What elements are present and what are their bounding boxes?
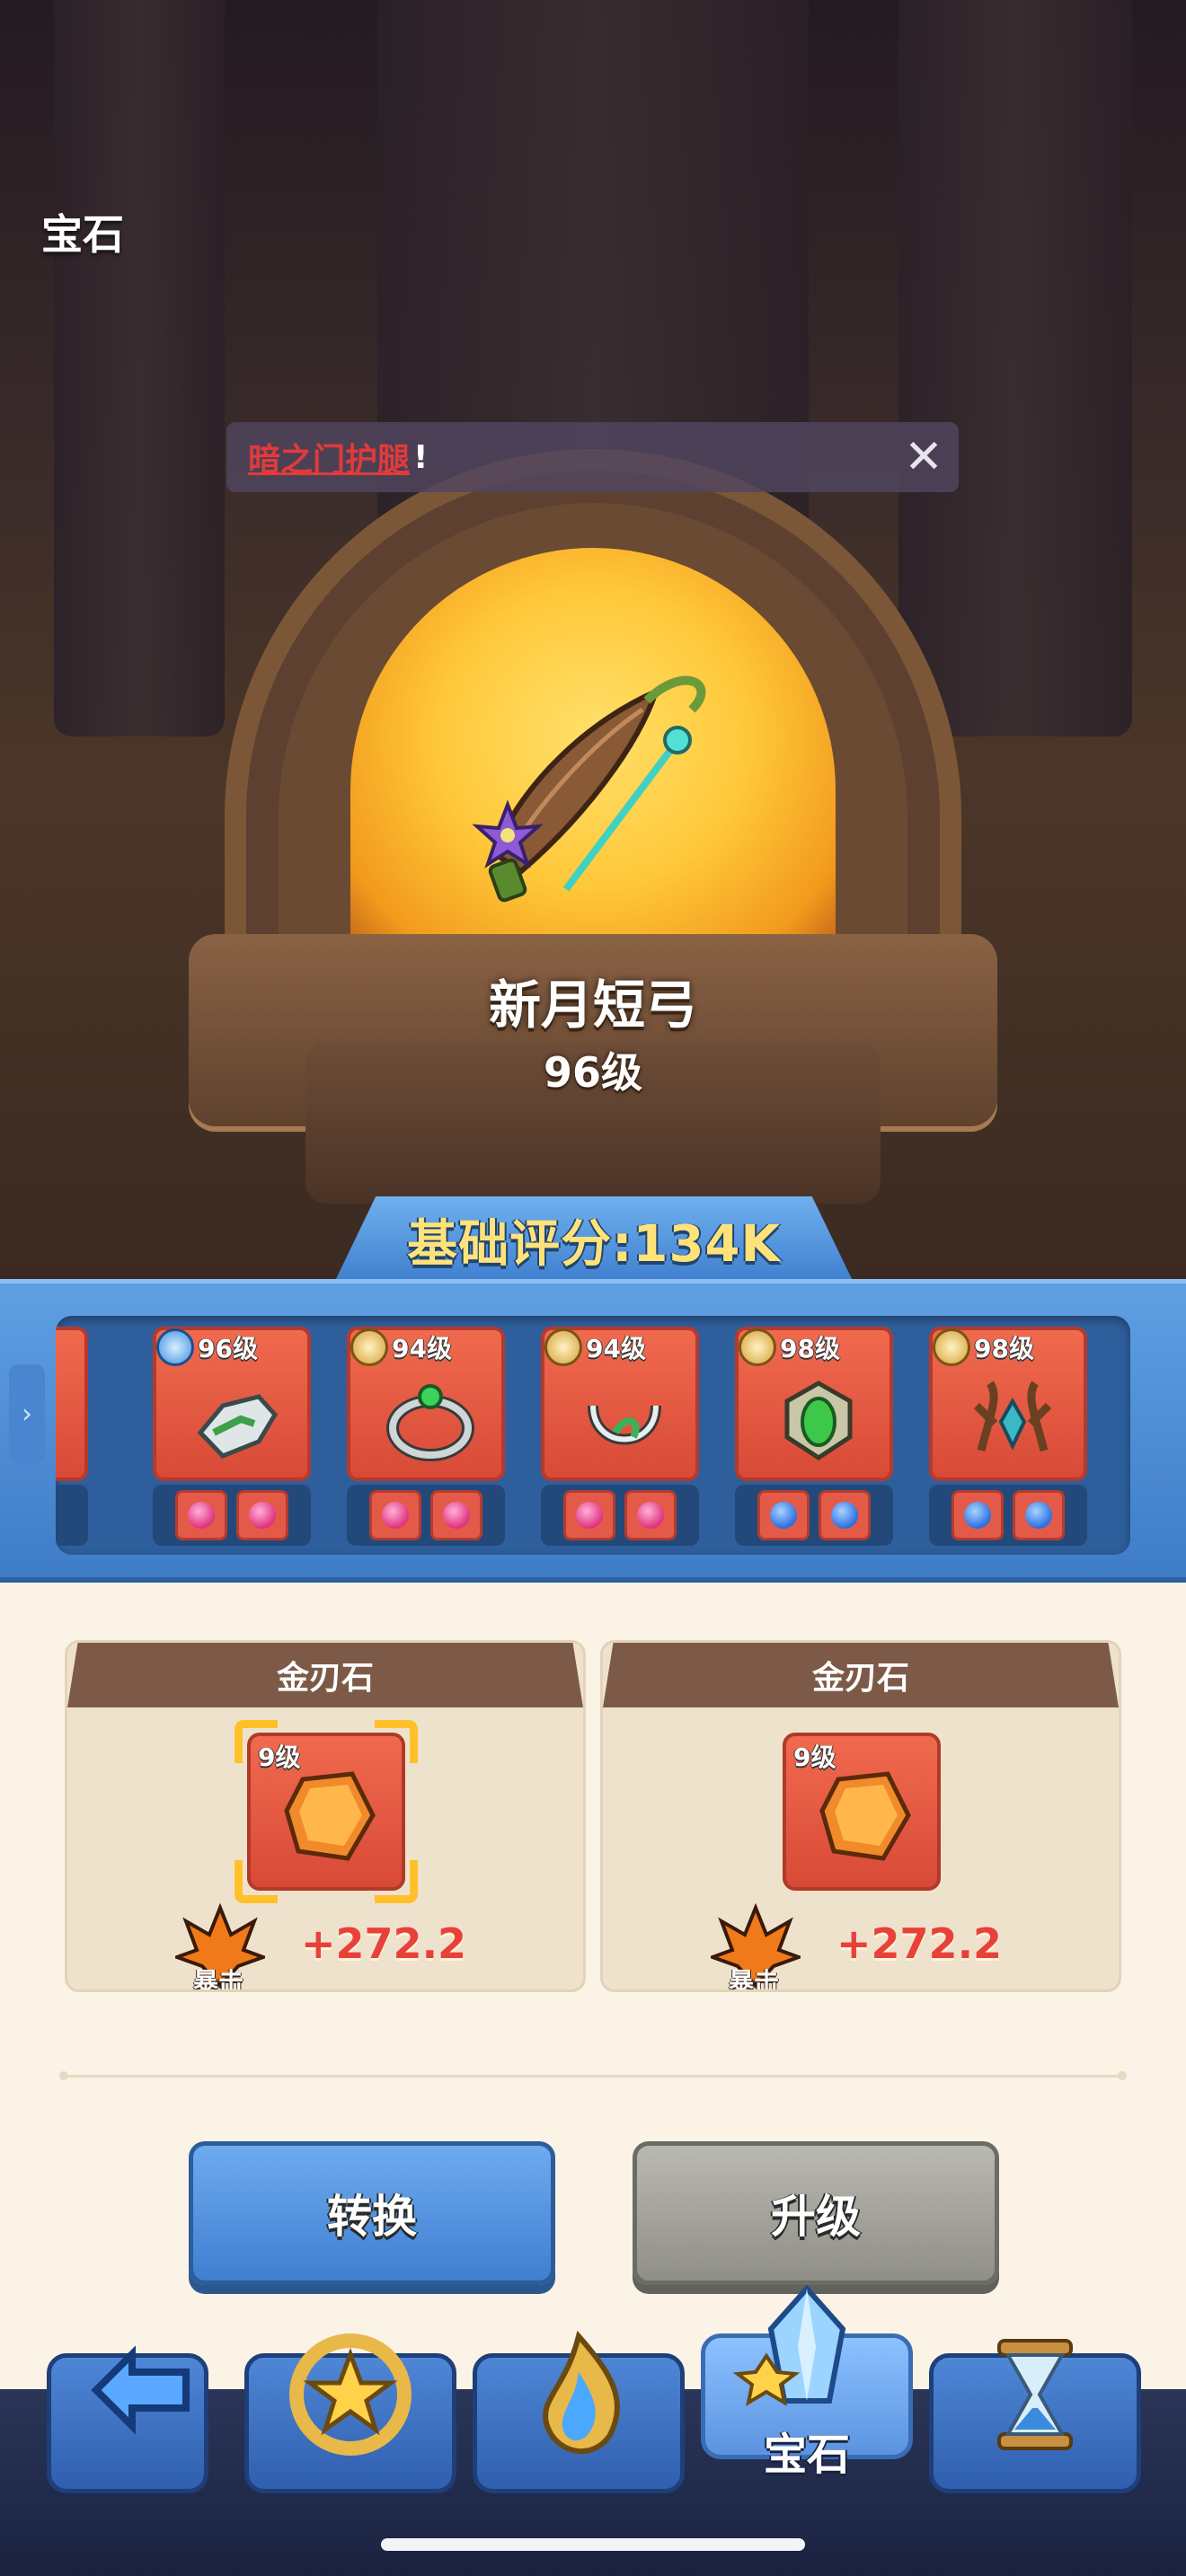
stone-pillar [898,0,1132,737]
nav-tab-flame[interactable] [473,2330,685,2493]
stat-value: +272.2 [836,1919,1003,1968]
weapon-level: 96级 [543,1048,642,1097]
notice-suffix: ! [413,438,429,476]
page-title: 宝石 [41,210,124,259]
ring-icon [386,1384,474,1461]
hourglass-icon [997,2339,1073,2450]
crescent-bow-icon [472,675,706,903]
equipment-level: 96级 [198,1334,258,1363]
equipment-carousel[interactable]: 96级 94级 94级 98级 98级 [56,1316,1130,1555]
gem-socket [175,1490,227,1540]
gem-socket [1013,1490,1065,1540]
gold-blade-stone-icon [819,1771,911,1861]
gem-slot-card-2[interactable]: 金刃石 9级 暴击 +272.2 [600,1640,1121,1992]
gem-socket [563,1490,615,1540]
score-banner: 基础评分:134K [334,1196,854,1283]
gem-socket [236,1490,288,1540]
convert-button-label: 转换 [327,2191,417,2243]
gem-panel: 金刃石 9级 暴击 +272.2 金刃石 9级 暴击 +272.2 转换 升级 [0,1583,1186,2427]
equipment-card[interactable]: 94级 [347,1327,505,1546]
equipment-level: 98级 [974,1334,1034,1363]
gem-tile[interactable]: 9级 [783,1733,941,1891]
weapon-name: 新月短弓 [488,975,697,1036]
gem-level: 9级 [793,1742,836,1772]
nav-tab-star[interactable] [244,2333,456,2493]
equipment-level: 94级 [392,1334,452,1363]
convert-button[interactable]: 转换 [189,2141,555,2285]
gem-name: 金刃石 [276,1660,374,1697]
level-badge-icon [350,1328,388,1366]
necklace-icon [588,1405,661,1445]
level-badge-icon [544,1328,582,1366]
home-indicator [381,2538,805,2551]
upgrade-button-label: 升级 [771,2191,861,2243]
nav-tab-hourglass[interactable] [929,2339,1141,2493]
notice-banner: 暗之门护腿 ! ✕ [226,422,959,492]
equipment-level: 94级 [586,1334,646,1363]
equipment-panel: › 96级 94级 94级 98级 98级 [0,1279,1186,1583]
equipment-card[interactable]: 98级 [929,1327,1087,1546]
chevron-right-icon[interactable]: › [9,1364,45,1463]
level-badge-icon [933,1328,970,1366]
level-badge-icon [156,1328,194,1366]
gem-slot-card-1[interactable]: 金刃石 9级 暴击 +272.2 [65,1640,586,1992]
amulet-icon [784,1381,853,1460]
upgrade-button[interactable]: 升级 [633,2141,999,2285]
equipment-card-partial[interactable] [56,1327,88,1546]
stat-value: +272.2 [301,1919,467,1968]
gem-stat: 暴击 +272.2 [711,1903,1016,1989]
level-badge-icon [739,1328,776,1366]
gem-socket [369,1490,421,1540]
gem-stat: 暴击 +272.2 [175,1903,481,1989]
gem-socket [819,1490,871,1540]
nav-tab-gem[interactable]: 宝石 [701,2284,913,2480]
nav-tab-label: 宝石 [763,2430,850,2480]
crystal-gem-icon [732,2284,846,2407]
notice-item-link[interactable]: 暗之门护腿 [248,434,410,481]
gauntlet-icon [197,1394,279,1459]
equipment-card[interactable]: 96级 [153,1327,311,1546]
gem-socket [757,1490,810,1540]
antler-crown-icon [973,1381,1052,1452]
equipment-card[interactable]: 98级 [735,1327,893,1546]
star-ring-icon [289,2333,412,2456]
gem-name: 金刃石 [811,1660,909,1697]
equipment-card[interactable]: 94级 [541,1327,699,1546]
equipment-level: 98级 [780,1334,840,1363]
stat-label: 暴击 [193,1967,244,1992]
gem-socket [951,1490,1004,1540]
nav-tab-back[interactable] [47,2345,208,2493]
gem-socket [624,1490,677,1540]
return-arrow-icon [91,2345,190,2435]
close-icon[interactable]: ✕ [899,433,948,481]
blue-flame-icon [543,2330,620,2454]
selected-frame [235,1720,418,1903]
base-score: 基础评分:134K [407,1214,781,1274]
stat-label: 暴击 [729,1967,780,1992]
gem-socket [430,1490,482,1540]
stone-pillar [54,0,225,737]
divider [59,2071,1127,2080]
